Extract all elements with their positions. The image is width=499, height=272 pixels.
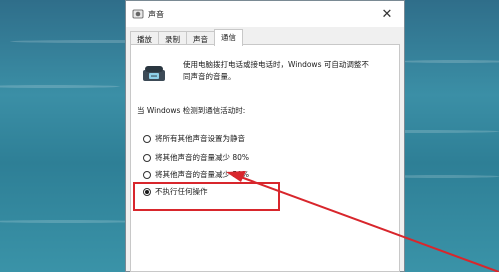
tab-communications[interactable]: 通信	[214, 29, 243, 46]
annotation-arrow	[226, 171, 499, 272]
